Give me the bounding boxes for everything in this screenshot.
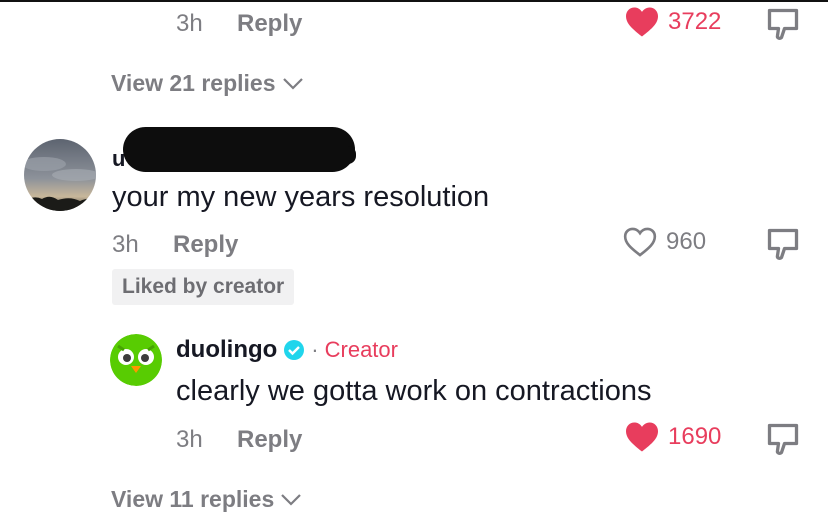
redaction-bar [123, 127, 355, 172]
heart-outline-icon [623, 227, 657, 257]
avatar[interactable] [24, 139, 96, 211]
reply-header: duolingo · Creator [176, 336, 398, 364]
comment-text: your my new years resolution [112, 181, 490, 213]
like-count: 3722 [668, 8, 722, 35]
like-count: 960 [666, 228, 707, 255]
reply-button[interactable]: Reply [173, 231, 238, 259]
comment-time: 3h [112, 231, 139, 258]
separator-dot: · [311, 337, 319, 362]
liked-by-creator-badge: Liked by creator [112, 269, 295, 305]
heart-filled-icon [626, 7, 658, 37]
view-replies-button[interactable]: View 21 replies [111, 70, 304, 97]
view-replies-button[interactable]: View 11 replies [111, 486, 302, 513]
view-replies-label: View 11 replies [111, 486, 275, 512]
chevron-down-icon [281, 493, 302, 506]
dislike-icon[interactable] [765, 6, 801, 42]
creator-label: Creator [324, 337, 398, 362]
duolingo-owl-icon [110, 334, 162, 386]
like-button[interactable]: 3722 [624, 6, 721, 38]
avatar[interactable] [110, 334, 162, 386]
reply-button[interactable]: Reply [237, 426, 302, 454]
avatar-sky-image [24, 139, 96, 211]
reply-username[interactable]: duolingo [176, 336, 277, 364]
like-button[interactable]: 960 [622, 226, 706, 258]
dislike-icon[interactable] [765, 421, 801, 457]
heart-filled-icon [626, 422, 658, 452]
reply-text: clearly we gotta work on contractions [176, 375, 652, 407]
like-button[interactable]: 1690 [624, 421, 721, 453]
reply-button[interactable]: Reply [237, 10, 302, 38]
like-count: 1690 [668, 423, 722, 450]
comment-time: 3h [176, 426, 203, 453]
verified-icon [284, 340, 305, 360]
chevron-down-icon [282, 77, 303, 90]
comment-time: 3h [176, 10, 203, 37]
top-divider [0, 0, 828, 2]
view-replies-label: View 21 replies [111, 70, 276, 96]
dislike-icon[interactable] [765, 226, 801, 262]
